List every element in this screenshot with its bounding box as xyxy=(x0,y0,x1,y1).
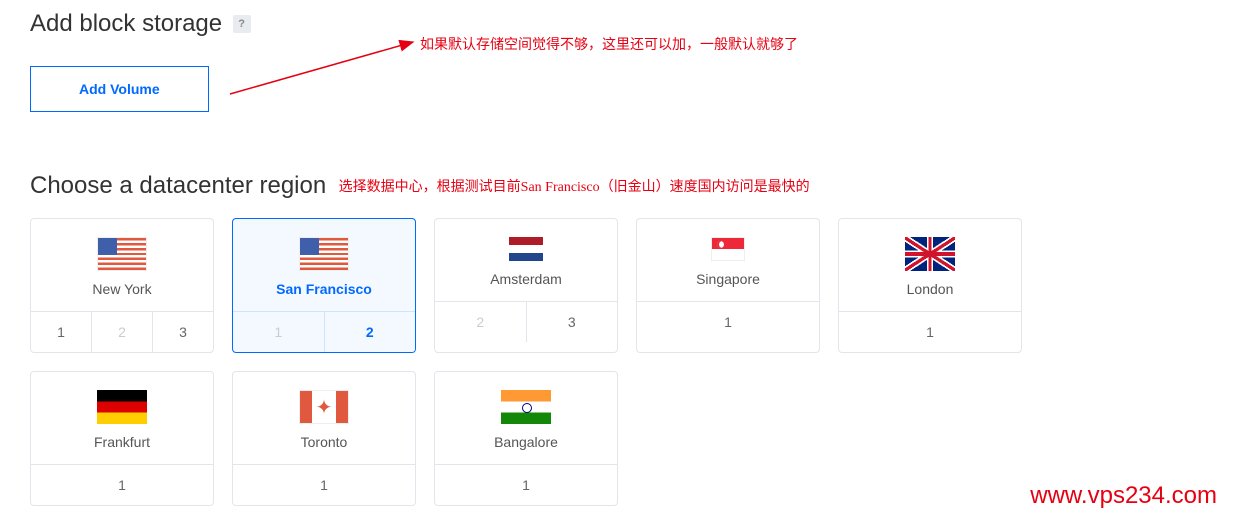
region-numbers: 1 xyxy=(435,464,617,505)
region-card: Frankfurt 1 xyxy=(30,371,214,506)
region-name: London xyxy=(847,281,1013,297)
annotation-datacenter: 选择数据中心，根据测试目前San Francisco（旧金山）速度国内访问是最快… xyxy=(339,176,810,196)
region-select[interactable]: New York xyxy=(31,219,213,311)
region-name: Frankfurt xyxy=(39,434,205,450)
region-card: Toronto 1 xyxy=(232,371,416,506)
region-number: 2 xyxy=(91,312,152,352)
flag-icon xyxy=(501,390,551,424)
region-name: San Francisco xyxy=(241,281,407,297)
flag-icon xyxy=(905,237,955,271)
region-name: Singapore xyxy=(645,271,811,287)
region-number[interactable]: 1 xyxy=(31,465,213,505)
region-name: New York xyxy=(39,281,205,297)
flag-icon xyxy=(97,390,147,424)
region-name: Toronto xyxy=(241,434,407,450)
flag-icon xyxy=(711,237,745,261)
region-numbers: 1 xyxy=(839,311,1021,352)
region-number[interactable]: 1 xyxy=(435,465,617,505)
region-card: Singapore 1 xyxy=(636,218,820,353)
region-number: 2 xyxy=(435,302,526,342)
region-card: Bangalore 1 xyxy=(434,371,618,506)
region-card: Amsterdam 23 xyxy=(434,218,618,353)
region-name: Amsterdam xyxy=(443,271,609,287)
region-number[interactable]: 1 xyxy=(839,312,1021,352)
annotation-block-storage: 如果默认存储空间觉得不够，这里还可以加，一般默认就够了 xyxy=(420,34,798,54)
region-numbers: 12 xyxy=(233,311,415,352)
add-volume-button[interactable]: Add Volume xyxy=(30,66,209,112)
region-number[interactable]: 3 xyxy=(152,312,213,352)
region-numbers: 123 xyxy=(31,311,213,352)
watermark: www.vps234.com xyxy=(1030,482,1217,510)
region-number[interactable]: 3 xyxy=(526,302,618,342)
region-select[interactable]: Bangalore xyxy=(435,372,617,464)
region-select[interactable]: San Francisco xyxy=(233,219,415,311)
region-number[interactable]: 1 xyxy=(637,302,819,342)
region-numbers: 1 xyxy=(637,301,819,342)
region-numbers: 1 xyxy=(31,464,213,505)
region-number[interactable]: 1 xyxy=(31,312,91,352)
block-storage-title: Add block storage xyxy=(30,10,222,38)
datacenter-title: Choose a datacenter region xyxy=(30,172,326,200)
flag-icon xyxy=(299,390,349,424)
region-card: San Francisco 12 xyxy=(232,218,416,353)
datacenter-section: Choose a datacenter region 选择数据中心，根据测试目前… xyxy=(30,172,1215,506)
region-number[interactable]: 1 xyxy=(233,465,415,505)
region-grid: New York123San Francisco12Amsterdam23Sin… xyxy=(30,218,1215,506)
region-select[interactable]: Amsterdam xyxy=(435,219,617,301)
region-card: New York 123 xyxy=(30,218,214,353)
flag-icon xyxy=(509,237,543,261)
region-select[interactable]: Singapore xyxy=(637,219,819,301)
region-select[interactable]: London xyxy=(839,219,1021,311)
region-numbers: 23 xyxy=(435,301,617,342)
flag-icon xyxy=(97,237,147,271)
region-select[interactable]: Frankfurt xyxy=(31,372,213,464)
region-numbers: 1 xyxy=(233,464,415,505)
region-name: Bangalore xyxy=(443,434,609,450)
region-number: 1 xyxy=(233,312,324,352)
flag-icon xyxy=(299,237,349,271)
region-card: London 1 xyxy=(838,218,1022,353)
block-storage-section: Add block storage ? Add Volume xyxy=(30,10,1215,112)
help-icon[interactable]: ? xyxy=(233,15,251,33)
region-number[interactable]: 2 xyxy=(324,312,416,352)
region-select[interactable]: Toronto xyxy=(233,372,415,464)
